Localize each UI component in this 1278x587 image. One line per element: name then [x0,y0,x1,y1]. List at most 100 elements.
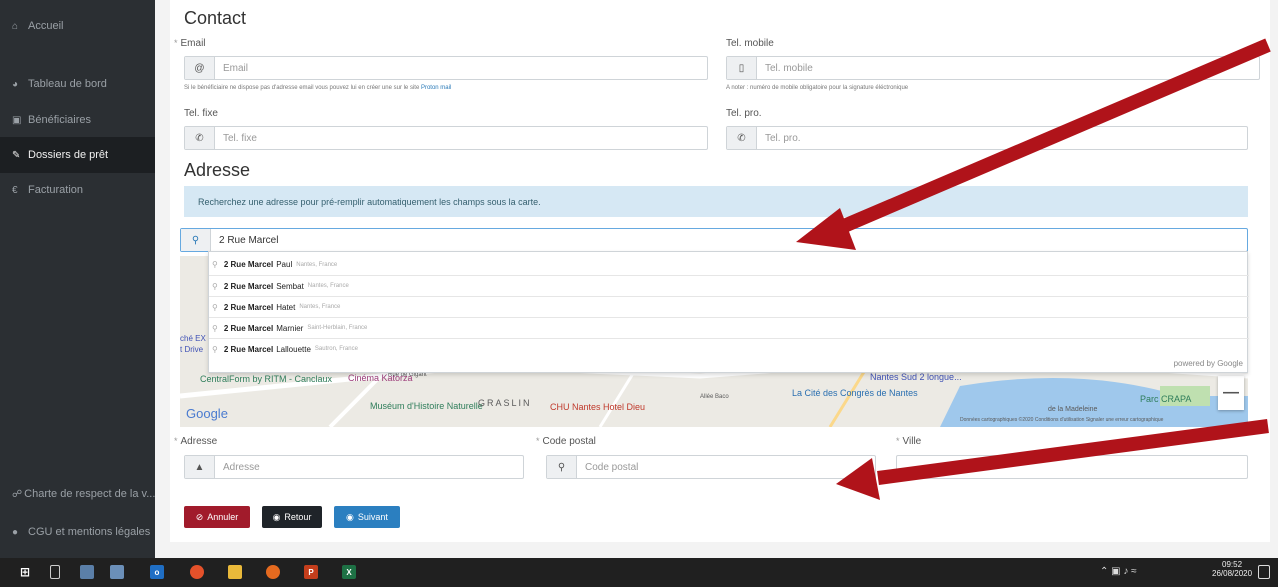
pro-label: Tel. pro. [726,108,762,119]
zoom-out-button[interactable]: — [1218,376,1244,410]
dashboard-icon: ◕ [12,78,19,90]
suggestion-item[interactable]: ⚲ 2 Rue Marcel Paul Nantes, France [209,254,1249,275]
road-icon: ▲ [185,456,215,478]
file-explorer-icon[interactable] [228,565,242,579]
at-icon: @ [185,57,215,79]
suggestion-item[interactable]: ⚲ 2 Rue Marcel Lallouette Sautron, France [209,338,1249,359]
email-help: Si le bénéficiaire ne dispose pas d'adre… [184,85,452,91]
chrome-icon[interactable] [190,565,204,579]
map-label: La Cité des Congrès de Nantes [792,388,918,398]
code-postal-label: * Code postal [536,436,596,447]
mobile-field[interactable]: ▯ Tel. mobile [726,56,1260,80]
ville-input[interactable] [897,456,1247,478]
sidebar-item-facturation[interactable]: € Facturation [0,172,155,208]
google-logo: Google [186,406,228,421]
sidebar-item-label: Bénéficiaires [28,114,91,126]
pro-field[interactable]: ✆ Tel. pro. [726,126,1248,150]
sidebar-item-label: CGU et mentions légales [28,526,151,538]
windows-start-icon[interactable]: ⊞ [18,565,32,579]
address-title: Adresse [184,160,251,180]
map-label: Nantes Sud 2 longue... [870,372,962,382]
mobile-label: Tel. mobile [726,38,774,49]
sidebar-item-label: Facturation [28,184,84,196]
clock-date: 26/08/2020 [1212,569,1253,578]
map-marker-icon: ⚲ [547,456,577,478]
location-pin-icon: ⚲ [212,281,218,291]
cancel-button[interactable]: ⊘ Annuler [184,506,250,528]
app-icon[interactable] [80,565,94,579]
adresse-input[interactable]: Adresse [215,456,523,478]
loan-files-icon: ✎ [12,149,21,161]
code-postal-input[interactable]: Code postal [577,456,875,478]
address-info-banner: Recherchez une adresse pour pré-remplir … [184,186,1248,217]
contact-title: Contact [184,8,247,28]
firefox-icon[interactable] [266,565,280,579]
clock-time: 09:52 [1222,560,1243,569]
euro-icon: € [12,184,18,196]
excel-icon[interactable]: X [342,565,356,579]
next-button[interactable]: ◉ Suivant [334,506,400,528]
notifications-icon[interactable] [1258,565,1270,579]
sidebar-item-accueil[interactable]: ⌂ Accueil [0,8,155,44]
suggestion-item[interactable]: ⚲ 2 Rue Marcel Hatet Nantes, France [209,296,1249,317]
map-label: CentralForm by RITM - Canclaux [200,374,333,384]
sidebar-item-dossiers-de-pret[interactable]: ✎ Dossiers de prêt [0,137,155,173]
email-input[interactable]: Email [215,57,707,79]
code-postal-field[interactable]: ⚲ Code postal [546,455,876,479]
circle-icon: ◉ [272,511,281,522]
charter-icon: ☍ [12,488,23,500]
proton-mail-link[interactable]: Proton mail [421,85,451,91]
mobile-input[interactable]: Tel. mobile [757,57,1259,79]
adresse-label: * Adresse [174,436,218,447]
task-view-icon[interactable] [50,565,60,579]
suggestion-item[interactable]: ⚲ 2 Rue Marcel Sembat Nantes, France [209,275,1249,296]
map-label: GRASLIN [478,398,532,408]
search-icon: ⚲ [181,229,211,251]
sidebar-item-charte[interactable]: ☍ Charte de respect de la v... [0,476,155,512]
location-pin-icon: ⚲ [212,260,218,269]
back-button[interactable]: ◉ Retour [262,506,322,528]
location-pin-icon: ⚲ [212,302,218,312]
pro-input[interactable]: Tel. pro. [757,127,1247,149]
address-suggestions: ⚲ 2 Rue Marcel Paul Nantes, France ⚲ 2 Rue M… [208,251,1249,373]
email-field[interactable]: @ Email [184,56,708,80]
map-footer: Données cartographiques ©2020 Conditions… [960,417,1164,423]
adresse-field[interactable]: ▲ Adresse [184,455,524,479]
map-label: CHU Nantes Hotel Dieu [550,402,646,412]
ville-field[interactable] [896,455,1248,479]
address-search-input[interactable]: 2 Rue Marcel [211,229,1247,251]
sidebar-item-tableau-de-bord[interactable]: ◕ Tableau de bord [0,66,155,102]
sidebar-item-label: Accueil [28,20,64,32]
sidebar-item-beneficiaires[interactable]: ▣ Bénéficiaires [0,102,155,138]
system-tray-icons[interactable]: ⌃ ▣ ♪ ≈ [1100,566,1137,577]
ban-icon: ⊘ [195,511,204,522]
sidebar-item-label: Tableau de bord [28,78,107,90]
fixe-field[interactable]: ✆ Tel. fixe [184,126,708,150]
fixe-input[interactable]: Tel. fixe [215,127,707,149]
email-label: * Email [174,38,206,49]
address-search-field[interactable]: ⚲ 2 Rue Marcel [180,228,1248,252]
ville-label: * Ville [896,436,922,447]
map-label: Allée Baco [700,394,729,400]
clock[interactable]: 09:52 26/08/2020 [1212,560,1252,578]
outlook-icon[interactable]: o [150,565,164,579]
suggestion-item[interactable]: ⚲ 2 Rue Marcel Marnier Saint-Herblain, Fran… [209,317,1249,338]
powerpoint-icon[interactable]: P [304,565,318,579]
map-label: de la Madeleine [1048,406,1098,413]
fixe-label: Tel. fixe [184,108,218,119]
sidebar-item-cgu[interactable]: ● CGU et mentions légales [0,514,155,550]
powered-by-google: powered by Google [1173,359,1243,368]
map-label: Parc CRAPA [1140,394,1192,404]
mobile-help: A noter : numéro de mobile obligatoire p… [726,85,909,91]
info-icon: ● [12,526,19,538]
taskbar: ⊞ o P X ⌃ ▣ ♪ ≈ 09:52 26/08/2020 [0,558,1278,587]
app-icon[interactable] [110,565,124,579]
location-pin-icon: ⚲ [212,323,218,333]
form-panel: Contact * Email @ Email Si le bénéficiair… [170,0,1270,542]
phone-icon: ✆ [727,127,757,149]
home-icon: ⌂ [12,20,19,32]
sidebar-item-label: Dossiers de prêt [28,149,109,161]
location-pin-icon: ⚲ [212,344,218,354]
mobile-phone-icon: ▯ [727,57,757,79]
map-label: t Drive [180,345,204,354]
